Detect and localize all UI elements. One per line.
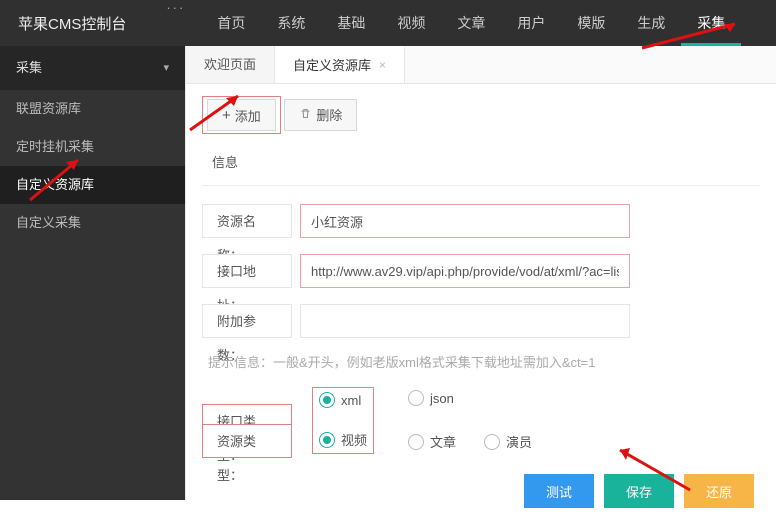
hint-text: 提示信息：一般&开头，例如老版xml格式采集下载地址需加入&ct=1 <box>202 346 760 379</box>
nav-basic[interactable]: 基础 <box>321 0 381 46</box>
sidebar-item-custom-resource[interactable]: 自定义资源库 <box>0 166 185 204</box>
radio-rtype-article[interactable]: 文章 <box>408 432 456 451</box>
panel-title: 信息 <box>202 134 760 186</box>
nav-user[interactable]: 用户 <box>501 0 561 46</box>
radio-rtype-actor-label: 演员 <box>506 432 532 451</box>
extra-input[interactable] <box>300 304 630 338</box>
delete-button[interactable]: 删除 <box>284 99 357 131</box>
sidebar-title: 采集 <box>16 46 42 90</box>
plus-icon: + <box>222 108 231 123</box>
sidebar-header[interactable]: 采集 ▾ <box>0 46 185 90</box>
nav-generate[interactable]: 生成 <box>621 0 681 46</box>
topnav-more-icon[interactable]: ··· <box>150 0 201 46</box>
toolbar: + 添加 删除 <box>186 84 776 134</box>
name-input[interactable] <box>300 204 630 238</box>
delete-button-label: 删除 <box>316 105 342 124</box>
nav-collect[interactable]: 采集 <box>681 0 741 46</box>
radio-rtype-video[interactable]: 视频 <box>319 430 367 449</box>
radio-rtype-article-label: 文章 <box>430 432 456 451</box>
reset-button[interactable]: 还原 <box>684 474 754 508</box>
radio-itype-xml[interactable]: xml <box>319 392 367 408</box>
add-button[interactable]: + 添加 <box>207 99 276 131</box>
tab-bar: 欢迎页面 自定义资源库 × <box>186 46 776 84</box>
radio-rtype-video-label: 视频 <box>341 430 367 449</box>
radio-itype-xml-label: xml <box>341 393 361 408</box>
nav-template[interactable]: 模版 <box>561 0 621 46</box>
tab-custom-resource-label: 自定义资源库 <box>293 47 371 84</box>
nav-home[interactable]: 首页 <box>201 0 261 46</box>
radio-itype-json-label: json <box>430 391 454 406</box>
tab-welcome[interactable]: 欢迎页面 <box>186 46 275 83</box>
sidebar-item-union[interactable]: 联盟资源库 <box>0 90 185 128</box>
form: 资源名称： 接口地址： 附加参数： 提示信息：一般&开头，例如老版xml格式采集… <box>202 186 760 518</box>
sidebar-item-scheduled[interactable]: 定时挂机采集 <box>0 128 185 166</box>
nav-video[interactable]: 视频 <box>381 0 441 46</box>
sidebar-item-custom-collect[interactable]: 自定义采集 <box>0 204 185 242</box>
nav-article[interactable]: 文章 <box>441 0 501 46</box>
close-icon[interactable]: × <box>379 47 386 84</box>
radio-rtype-actor[interactable]: 演员 <box>484 432 532 451</box>
chevron-down-icon: ▾ <box>163 46 169 90</box>
extra-label: 附加参数： <box>202 304 292 338</box>
api-input[interactable] <box>300 254 630 288</box>
radio-itype-json[interactable]: json <box>408 390 532 406</box>
save-button[interactable]: 保存 <box>604 474 674 508</box>
sidebar: 采集 ▾ 联盟资源库 定时挂机采集 自定义资源库 自定义采集 <box>0 46 185 500</box>
topnav: ··· 首页 系统 基础 视频 文章 用户 模版 生成 采集 <box>150 0 741 46</box>
rtype-label: 资源类型： <box>202 424 292 458</box>
topbar: 苹果CMS控制台 ··· 首页 系统 基础 视频 文章 用户 模版 生成 采集 <box>0 0 776 46</box>
brand-title: 苹果CMS控制台 <box>0 13 144 34</box>
tab-custom-resource[interactable]: 自定义资源库 × <box>275 46 405 83</box>
test-button[interactable]: 测试 <box>524 474 594 508</box>
api-label: 接口地址： <box>202 254 292 288</box>
trash-icon <box>299 107 312 123</box>
add-button-label: 添加 <box>235 106 261 125</box>
nav-system[interactable]: 系统 <box>261 0 321 46</box>
action-bar: 测试 保存 还原 <box>202 466 760 508</box>
name-label: 资源名称： <box>202 204 292 238</box>
tab-welcome-label: 欢迎页面 <box>204 46 256 83</box>
